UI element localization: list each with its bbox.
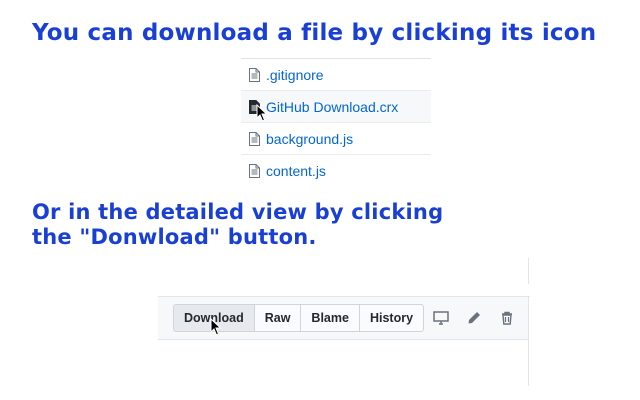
blame-button[interactable]: Blame bbox=[300, 304, 360, 332]
file-detail-view: Download Raw Blame History bbox=[158, 258, 530, 386]
file-icon[interactable] bbox=[249, 164, 260, 178]
file-toolbar: Download Raw Blame History bbox=[158, 297, 528, 340]
mouse-cursor-icon bbox=[256, 104, 268, 122]
desktop-icon[interactable] bbox=[433, 310, 449, 326]
pencil-icon[interactable] bbox=[466, 310, 482, 326]
frame-divider bbox=[528, 296, 529, 386]
file-row-crx[interactable]: GitHub Download.crx bbox=[241, 91, 431, 123]
blame-button-label: Blame bbox=[311, 311, 349, 325]
file-icon[interactable] bbox=[249, 67, 260, 82]
file-icon[interactable] bbox=[249, 131, 260, 146]
file-link[interactable]: background.js bbox=[266, 131, 353, 147]
trash-icon[interactable] bbox=[499, 310, 515, 326]
history-button[interactable]: History bbox=[358, 304, 425, 332]
file-link[interactable]: content.js bbox=[266, 163, 326, 179]
file-row-content-js[interactable]: content.js bbox=[241, 155, 431, 187]
headline-download-icon-hint: You can download a file by clicking its … bbox=[32, 20, 597, 46]
file-list: .gitignore GitHub Download.crx backgroun… bbox=[241, 58, 431, 187]
mouse-cursor-icon bbox=[210, 318, 222, 336]
raw-button[interactable]: Raw bbox=[253, 304, 302, 332]
file-row-gitignore[interactable]: .gitignore bbox=[241, 59, 431, 91]
file-link[interactable]: .gitignore bbox=[266, 67, 324, 83]
download-button[interactable]: Download bbox=[173, 304, 255, 336]
history-button-label: History bbox=[369, 311, 414, 325]
raw-button-label: Raw bbox=[264, 311, 291, 325]
file-row-background-js[interactable]: background.js bbox=[241, 123, 431, 155]
file-actions-button-group: Download Raw Blame History bbox=[173, 304, 425, 336]
frame-divider bbox=[528, 258, 529, 284]
headline-detailed-view-hint: Or in the detailed view by clicking the … bbox=[32, 200, 444, 249]
file-link[interactable]: GitHub Download.crx bbox=[266, 99, 398, 115]
